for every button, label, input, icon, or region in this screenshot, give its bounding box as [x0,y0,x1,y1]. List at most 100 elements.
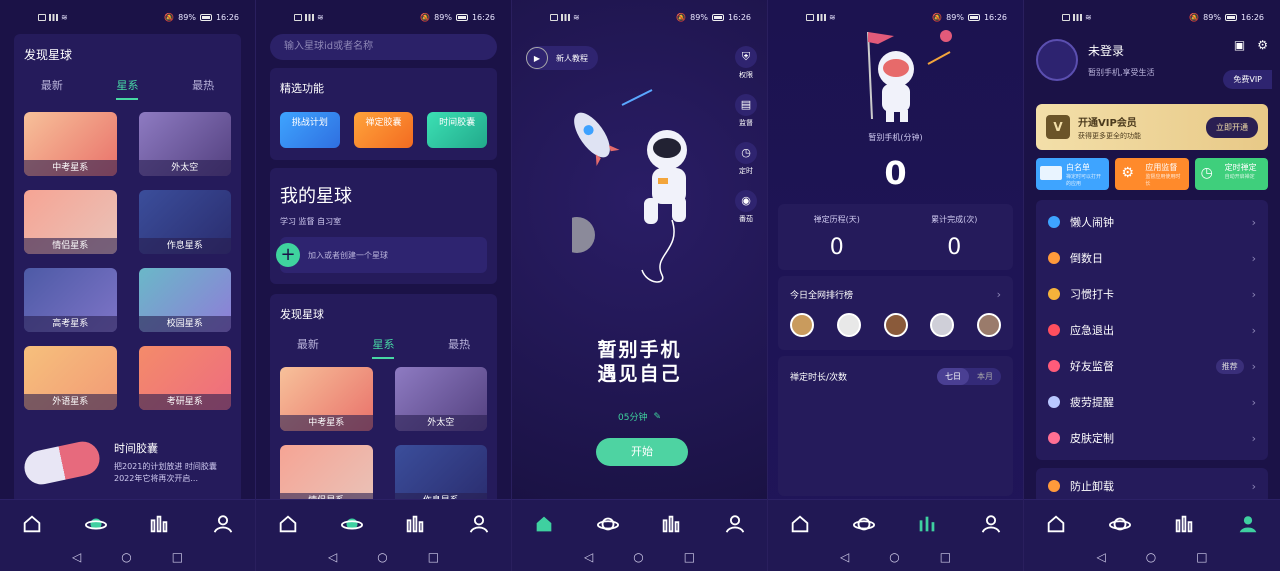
back-icon[interactable]: ◁ [584,550,593,564]
avatar[interactable] [883,313,908,337]
menu-alarm[interactable]: 懒人闹钟 › [1036,204,1268,240]
period-month[interactable]: 本月 [969,368,1001,385]
profile-avatar[interactable] [1036,39,1078,81]
tab-newest[interactable]: 最新 [41,77,63,100]
avatar[interactable] [790,313,814,337]
tile-couple[interactable]: 情侣星系 [24,190,117,254]
search-input[interactable]: 输入星球id或者名称 [270,34,497,60]
app-supervise-button[interactable]: ⚙ 应用监督 监督应用使用时长 [1115,158,1189,190]
menu-fatigue[interactable]: 疲劳提醒 › [1036,384,1268,420]
planet-tab[interactable] [1106,510,1134,538]
home-tab[interactable] [1042,510,1070,538]
home-tab[interactable] [274,510,302,538]
home-tab[interactable] [18,510,46,538]
join-planet-button[interactable]: + 加入或者创建一个星球 [276,237,487,273]
tutorial-button[interactable]: ▶ 新人教程 [526,46,598,70]
stats-tab[interactable] [401,510,429,538]
tab-bar [768,500,1023,544]
tile-zhongkao[interactable]: 中考星系 [280,367,373,431]
gear-icon[interactable]: ⚙ [1257,38,1268,52]
avatar[interactable] [977,313,1001,337]
menu-skin[interactable]: 皮肤定制 › [1036,420,1268,456]
ranking-card[interactable]: 今日全网排行榜 › [778,276,1013,350]
profile-tab[interactable] [721,510,749,538]
whitelist-button[interactable]: 白名单 禅定时可以打开的应用 [1036,158,1110,190]
period-toggle: 七日 本月 [937,368,1001,385]
time-capsule-card[interactable]: 时间胶囊 把2021的计划放进 时间胶囊 2022年它将再次开启... [14,437,241,488]
stats-tab[interactable] [145,510,173,538]
planet-tab[interactable] [338,510,366,538]
tile-schedule[interactable]: 作息星系 [138,190,231,254]
wifi-icon: ≋ [829,12,836,22]
tile-zhongkao[interactable]: 中考星系 [24,112,117,176]
zen-days-value: 0 [829,235,844,260]
home-circle-icon[interactable]: ○ [121,550,131,564]
menu-friend-supervise[interactable]: 好友监督 推荐 › [1036,348,1268,384]
profile-info[interactable]: 未登录 暂别手机,享受生活 [1088,42,1155,78]
home-tab[interactable] [786,510,814,538]
tile-language[interactable]: 外语星系 [24,346,117,410]
profile-tab[interactable] [977,510,1005,538]
scheduled-zen-button[interactable]: ◷ 定时禅定 自动开启禅定 [1194,158,1268,190]
home-circle-icon[interactable]: ○ [377,550,387,564]
feature-zen-capsule[interactable]: 禅定胶囊 [353,112,414,148]
feature-time-capsule[interactable]: 时间胶囊 [427,112,488,148]
home-circle-icon[interactable]: ○ [889,550,899,564]
stats-tab[interactable] [913,510,941,538]
feature-challenge[interactable]: 挑战计划 [280,112,340,148]
stats-tab[interactable] [657,510,685,538]
recents-icon[interactable]: □ [684,550,695,564]
tab-hottest[interactable]: 最热 [192,77,214,100]
profile-tab[interactable] [209,510,237,538]
message-icon[interactable]: ▣ [1234,38,1245,52]
back-icon[interactable]: ◁ [328,550,337,564]
duration-title: 禅定时长/次数 [790,373,848,383]
back-icon[interactable]: ◁ [72,550,81,564]
tab-galaxy[interactable]: 星系 [372,336,395,359]
planet-tab[interactable] [82,510,110,538]
back-icon[interactable]: ◁ [1096,550,1105,564]
vip-banner[interactable]: V 开通VIP会员 获得更多更全的功能 立即开通 [1036,104,1268,150]
home-circle-icon[interactable]: ○ [633,550,643,564]
supervise-button[interactable]: ▤ 监督 [735,94,757,128]
tile-gaokao[interactable]: 高考星系 [24,268,117,332]
tile-space[interactable]: 外太空 [394,367,487,431]
vip-open-button[interactable]: 立即开通 [1206,116,1258,138]
tile-campus[interactable]: 校园星系 [138,268,231,332]
skin-icon [1048,432,1060,444]
home-circle-icon[interactable]: ○ [1146,550,1156,564]
avatar[interactable] [930,313,955,337]
back-icon[interactable]: ◁ [840,550,849,564]
profile-tab[interactable] [465,510,493,538]
planet-tab[interactable] [594,510,622,538]
recents-icon[interactable]: □ [1196,550,1207,564]
tab-newest[interactable]: 最新 [297,336,319,359]
duration-selector[interactable]: 05分钟 ✎ [512,410,767,424]
tile-space[interactable]: 外太空 [138,112,231,176]
tile-postgrad[interactable]: 考研星系 [138,346,231,410]
avatar[interactable] [836,313,861,337]
timer-button[interactable]: ◷ 定时 [735,142,757,176]
menu-emergency-exit[interactable]: 应急退出 › [1036,312,1268,348]
period-week[interactable]: 七日 [937,368,969,385]
home-tab[interactable] [530,510,558,538]
menu-countdown[interactable]: 倒数日 › [1036,240,1268,276]
chevron-right-icon: › [1251,359,1256,373]
planet-tab[interactable] [850,510,878,538]
free-vip-badge[interactable]: 免费VIP [1223,70,1272,89]
tab-hottest[interactable]: 最热 [448,336,470,359]
capsule-pill-icon [21,437,103,488]
stats-tab[interactable] [1170,510,1198,538]
header-actions: ▣ ⚙ [1234,38,1268,52]
home-icon [23,515,41,533]
start-button[interactable]: 开始 [596,438,688,466]
battery-text: 89% [690,12,708,22]
permission-button[interactable]: ⛨ 权限 [735,46,757,80]
profile-tab[interactable] [1234,510,1262,538]
tomato-button[interactable]: ◉ 番茄 [735,190,757,224]
recents-icon[interactable]: □ [940,550,951,564]
recents-icon[interactable]: □ [428,550,439,564]
recents-icon[interactable]: □ [172,550,183,564]
tab-galaxy[interactable]: 星系 [116,77,139,100]
menu-habit[interactable]: 习惯打卡 › [1036,276,1268,312]
